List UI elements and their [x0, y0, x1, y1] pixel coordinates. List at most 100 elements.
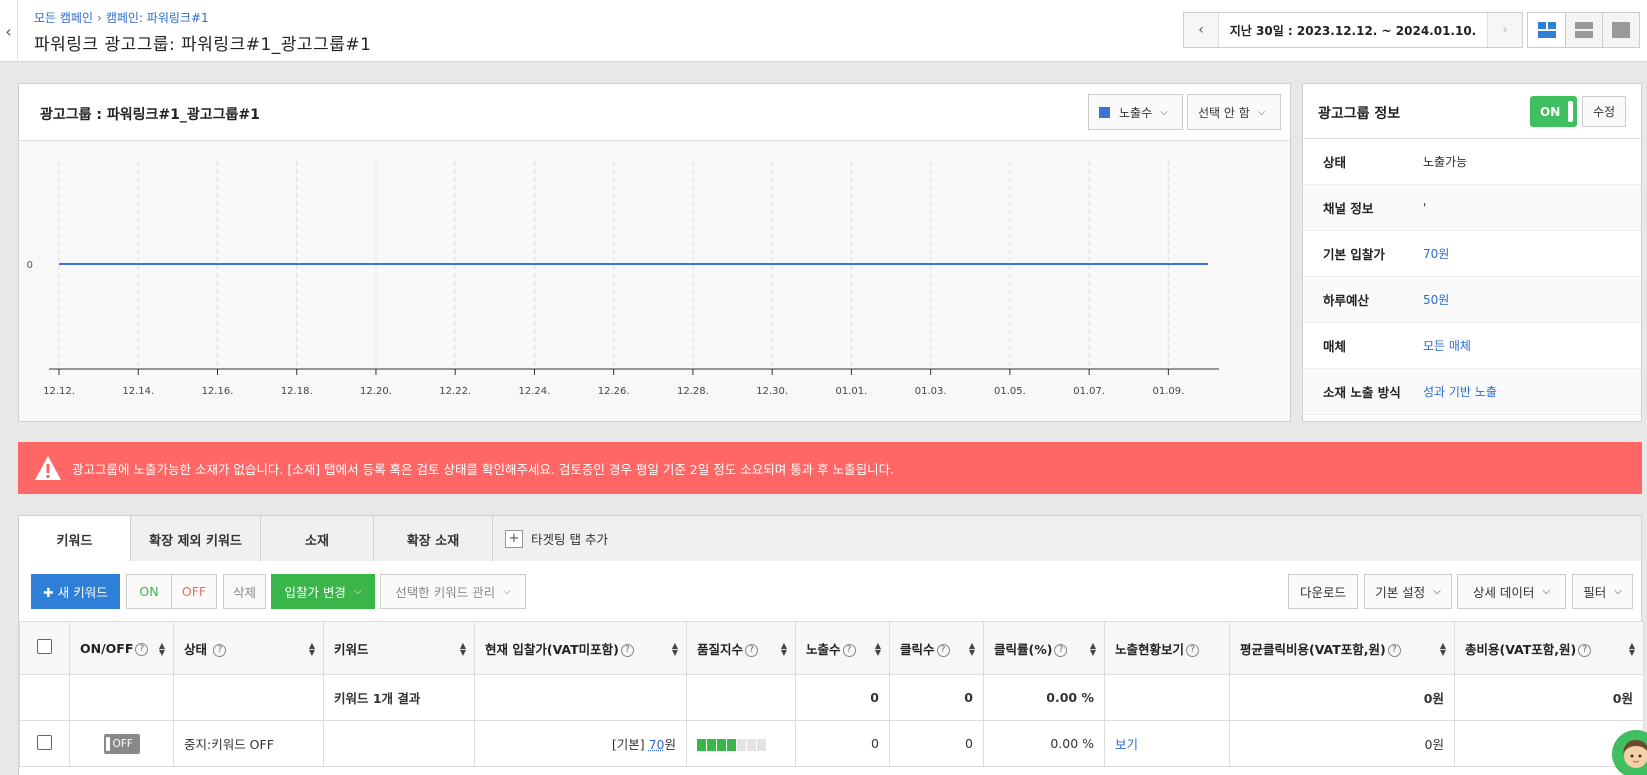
bid-value-link[interactable]: 70	[649, 737, 665, 752]
sort-icon: ▲ ▼	[1628, 641, 1635, 657]
sort-icon: ▲ ▼	[459, 641, 466, 657]
header-status[interactable]: 상태 ? ▲ ▼	[173, 621, 324, 675]
x-tick-label: 01.03.	[915, 386, 947, 397]
chevron-down-icon: ⌵	[1160, 106, 1168, 118]
date-prev-button[interactable]: ‹	[1184, 13, 1218, 47]
page-header: ‹ 모든 캠페인 › 캠페인: 파워링크#1 파워링크 광고그룹: 파워링크#1_광…	[0, 0, 1647, 62]
layout-split-button[interactable]	[1528, 13, 1565, 47]
bid-prefix: [기본]	[611, 737, 645, 752]
media-link[interactable]: 모든 매체	[1423, 337, 1471, 354]
tab-keywords[interactable]: 키워드	[19, 516, 131, 563]
sort-icon: ▲ ▼	[1089, 641, 1096, 657]
layout-split-icon	[1537, 22, 1556, 38]
metric-select[interactable]: 노출수 ⌵	[1088, 94, 1183, 130]
delete-button[interactable]: 삭제	[223, 574, 266, 609]
download-button[interactable]: 다운로드	[1288, 574, 1358, 609]
filter-label: 필터	[1583, 585, 1607, 600]
help-icon[interactable]: ?	[1387, 643, 1401, 657]
x-tick-label: 01.05.	[994, 386, 1026, 397]
help-icon[interactable]: ?	[936, 643, 950, 657]
toggle-knob	[1568, 101, 1573, 122]
header-label: 평균클릭비용(VAT포함,원)	[1240, 641, 1386, 657]
exposure-view-link[interactable]: 보기	[1115, 737, 1138, 752]
header-ctr[interactable]: 클릭률(%)? ▲ ▼	[983, 621, 1105, 675]
layout-rows-button[interactable]	[1565, 13, 1602, 47]
layout-single-button[interactable]	[1602, 13, 1639, 47]
adgroup-on-toggle[interactable]: ON	[1530, 96, 1577, 127]
x-tick-label: 12.22.	[439, 386, 471, 397]
off-button[interactable]: OFF	[171, 574, 217, 609]
help-icon[interactable]: ?	[1054, 643, 1068, 657]
filter-dropdown[interactable]: 필터 ⌵	[1572, 574, 1633, 609]
info-row-media: 매체 모든 매체	[1303, 323, 1641, 369]
on-button[interactable]: ON	[126, 574, 172, 609]
new-keyword-button[interactable]: ✚ 새 키워드	[31, 574, 120, 609]
bid-change-button[interactable]: 입찰가 변경 ⌵	[271, 574, 375, 609]
header-avg-cpc[interactable]: 평균클릭비용(VAT포함,원)? ▲ ▼	[1229, 621, 1455, 675]
line-chart: 12.12. 12.14. 12.16. 12.18. 12.20. 12.22. 12.2…	[27, 161, 1219, 397]
edit-button[interactable]: 수정	[1582, 96, 1626, 127]
select-all-checkbox[interactable]	[37, 639, 52, 654]
help-icon[interactable]: ?	[1578, 643, 1592, 657]
row-ctr: 0.00 %	[983, 720, 1105, 767]
header-exposure-view[interactable]: 노출현황보기?	[1104, 621, 1230, 675]
summary-cell	[173, 674, 324, 721]
date-next-button[interactable]: ›	[1488, 13, 1522, 47]
header-label: 품질지수	[697, 641, 744, 657]
basic-settings-dropdown[interactable]: 기본 설정 ⌵	[1364, 574, 1452, 609]
header-clicks[interactable]: 클릭수? ▲ ▼	[889, 621, 984, 675]
manage-selected-keywords-dropdown[interactable]: 선택한 키워드 관리 ⌵	[380, 574, 526, 609]
row-checkbox[interactable]	[37, 734, 52, 750]
x-tick-label: 12.20.	[360, 386, 392, 397]
help-icon[interactable]: ?	[213, 643, 227, 657]
add-targeting-tab-label: 타겟팅 탭 추가	[531, 532, 608, 547]
header-label: 클릭수	[900, 641, 935, 657]
header-on-off[interactable]: ON/OFF? ▲ ▼	[69, 621, 174, 675]
summary-row: 키워드 1개 결과 0 0 0.00 % 0원 0원	[19, 674, 1644, 721]
detail-data-dropdown[interactable]: 상세 데이터 ⌵	[1457, 574, 1566, 609]
date-range[interactable]: 지난 30일 : 2023.12.12. ~ 2024.01.10.	[1218, 13, 1488, 47]
info-row-creative-exposure: 소재 노출 방식 성과 기반 노출	[1303, 369, 1641, 415]
tab-excluded-keywords[interactable]: 확장 제외 키워드	[131, 516, 261, 562]
header-quality-score[interactable]: 품질지수? ▲ ▼	[686, 621, 796, 675]
page-title: 파워링크 광고그룹: 파워링크#1_광고그룹#1	[34, 35, 372, 55]
header-keyword[interactable]: 키워드 ▲ ▼	[323, 621, 475, 675]
header-label: 노출현황보기	[1115, 641, 1185, 657]
daily-budget-link[interactable]: 50원	[1423, 291, 1449, 308]
compare-select[interactable]: 선택 안 함 ⌵	[1187, 94, 1281, 130]
add-targeting-tab-button[interactable]: + 타겟팅 탭 추가	[493, 516, 608, 561]
tab-creatives[interactable]: 소재	[261, 516, 374, 562]
summary-cell	[474, 674, 687, 721]
help-icon[interactable]: ?	[842, 643, 856, 657]
help-icon[interactable]: ?	[620, 643, 634, 657]
help-icon[interactable]: ?	[745, 643, 759, 657]
header-label: 상태	[184, 641, 208, 657]
help-icon[interactable]: ?	[1186, 643, 1200, 657]
info-value: '	[1423, 200, 1427, 215]
back-button[interactable]: ‹	[0, 0, 18, 62]
header-impressions[interactable]: 노출수? ▲ ▼	[795, 621, 890, 675]
quality-block-empty	[747, 738, 756, 751]
row-keyword[interactable]	[323, 720, 475, 767]
row-toggle-cell: OFF	[69, 720, 174, 767]
chevron-down-icon: ⌵	[503, 586, 511, 597]
tab-extensions[interactable]: 확장 소재	[374, 516, 493, 562]
metric-select-label: 노출수	[1119, 105, 1153, 120]
chart-area: 12.12. 12.14. 12.16. 12.18. 12.20. 12.22. 12.2…	[19, 141, 1290, 421]
header-label: 현재 입찰가(VAT미포함)	[485, 641, 619, 657]
quality-block-filled	[697, 738, 706, 751]
chevron-left-icon: ‹	[5, 21, 12, 41]
header-current-bid[interactable]: 현재 입찰가(VAT미포함)? ▲ ▼	[474, 621, 687, 675]
keyword-off-toggle[interactable]: OFF	[103, 733, 140, 754]
breadcrumb-campaign[interactable]: 캠페인: 파워링크#1	[106, 11, 209, 25]
creative-exposure-link[interactable]: 성과 기반 노출	[1423, 383, 1497, 400]
row-quality-score	[686, 720, 796, 767]
help-icon[interactable]: ?	[135, 642, 149, 656]
x-tick-label: 01.01.	[836, 386, 868, 397]
summary-label: 키워드 1개 결과	[323, 674, 475, 721]
header-total-cost[interactable]: 총비용(VAT포함,원)? ▲ ▼	[1454, 621, 1644, 675]
basic-settings-label: 기본 설정	[1375, 585, 1426, 600]
summary-avg-cpc: 0원	[1229, 674, 1455, 721]
default-bid-link[interactable]: 70원	[1423, 245, 1449, 262]
breadcrumb-all-campaigns[interactable]: 모든 캠페인	[34, 11, 93, 25]
